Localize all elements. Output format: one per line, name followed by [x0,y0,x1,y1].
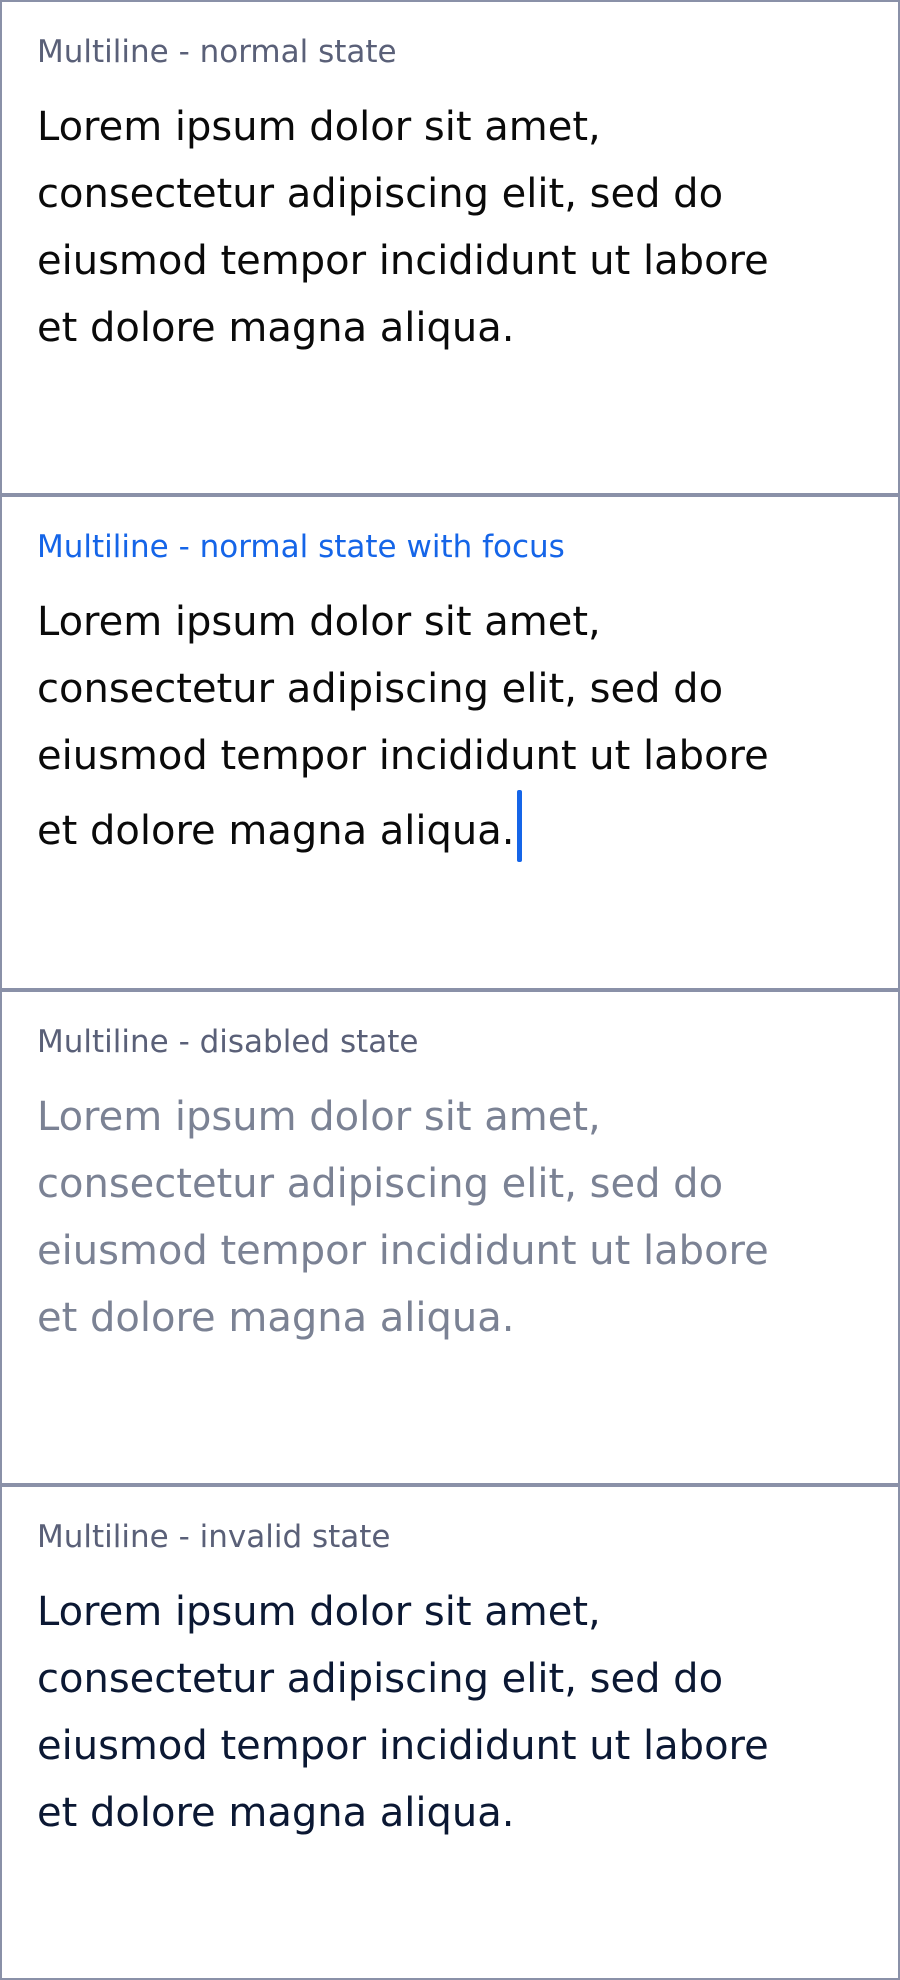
field-label: Multiline - disabled state [37,1024,419,1060]
text-line: eiusmod tempor incididunt ut labore [37,733,769,779]
text-line: consectetur adipiscing elit, sed do [37,1161,724,1207]
field-label: Multiline - normal state [37,34,397,70]
text-cursor-caret [516,790,522,862]
text-line: eiusmod tempor incididunt ut labore [37,238,769,284]
text-line: eiusmod tempor incididunt ut labore [37,1723,769,1769]
multiline-field-stack: Multiline - normal state Lorem ipsum dol… [0,0,900,1980]
text-line: et dolore magna aliqua. [37,305,515,351]
text-line-with-caret: et dolore magna aliqua. [37,790,857,865]
text-line: consectetur adipiscing elit, sed do [37,666,724,712]
multiline-field-focused[interactable]: Multiline - normal state with focus Lore… [0,493,900,988]
multiline-textarea[interactable]: Lorem ipsum dolor sit amet, consectetur … [37,94,857,362]
multiline-textarea[interactable]: Lorem ipsum dolor sit amet, consectetur … [37,589,857,865]
multiline-field-normal[interactable]: Multiline - normal state Lorem ipsum dol… [0,0,900,495]
field-label: Multiline - normal state with focus [37,529,565,565]
field-label: Multiline - invalid state [37,1519,391,1555]
multiline-field-invalid[interactable]: Multiline - invalid state Lorem ipsum do… [0,1483,900,1980]
text-line: eiusmod tempor incididunt ut labore [37,1228,769,1274]
multiline-textarea: Lorem ipsum dolor sit amet, consectetur … [37,1084,857,1352]
text-line: consectetur adipiscing elit, sed do [37,171,724,217]
text-line: et dolore magna aliqua. [37,1295,515,1341]
text-line: Lorem ipsum dolor sit amet, [37,104,601,150]
text-line: et dolore magna aliqua. [37,808,515,854]
text-line: Lorem ipsum dolor sit amet, [37,1589,601,1635]
text-line: consectetur adipiscing elit, sed do [37,1656,724,1702]
multiline-textarea[interactable]: Lorem ipsum dolor sit amet, consectetur … [37,1579,857,1847]
text-line: Lorem ipsum dolor sit amet, [37,599,601,645]
multiline-field-disabled: Multiline - disabled state Lorem ipsum d… [0,988,900,1483]
text-line: Lorem ipsum dolor sit amet, [37,1094,601,1140]
text-line: et dolore magna aliqua. [37,1790,515,1836]
